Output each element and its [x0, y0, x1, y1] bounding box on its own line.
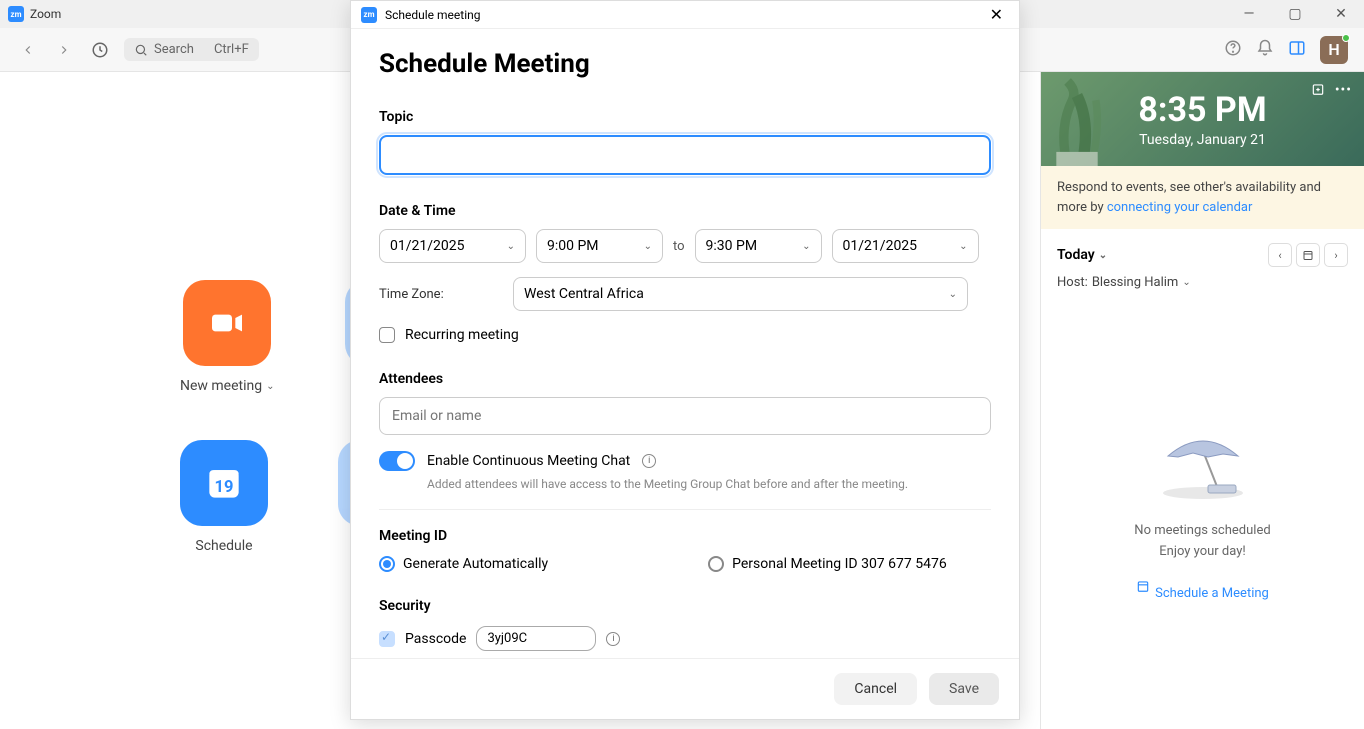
- chevron-down-icon: ⌄: [1099, 250, 1107, 261]
- attendees-input[interactable]: [379, 397, 991, 435]
- window-controls: — ▢ ✕: [1226, 0, 1364, 28]
- start-time-select[interactable]: 9:00 PM⌄: [536, 229, 663, 263]
- schedule-meeting-dialog: zm Schedule meeting ✕ Schedule Meeting T…: [350, 0, 1020, 720]
- svg-text:19: 19: [215, 478, 234, 497]
- window-maximize-button[interactable]: ▢: [1272, 0, 1318, 28]
- window-close-button[interactable]: ✕: [1318, 0, 1364, 28]
- start-date-select[interactable]: 01/21/2025⌄: [379, 229, 526, 263]
- add-calendar-icon[interactable]: [1311, 82, 1325, 100]
- passcode-input[interactable]: [476, 626, 596, 651]
- tile-schedule[interactable]: 19 Schedule: [180, 440, 268, 554]
- empty-line-2: Enjoy your day!: [1159, 544, 1245, 559]
- umbrella-illustration-icon: [1148, 421, 1258, 501]
- dialog-footer: Cancel Save: [351, 658, 1019, 719]
- info-icon[interactable]: i: [642, 454, 656, 468]
- window-minimize-button[interactable]: —: [1226, 0, 1272, 28]
- to-label: to: [673, 239, 685, 254]
- tile-new-meeting[interactable]: New meeting ⌄: [180, 280, 275, 394]
- chevron-down-icon: ⌄: [266, 381, 274, 392]
- attendees-label: Attendees: [379, 371, 991, 387]
- timezone-select[interactable]: West Central Africa⌄: [513, 277, 968, 311]
- chat-helper-text: Added attendees will have access to the …: [427, 477, 991, 491]
- search-box[interactable]: Search Ctrl+F: [124, 38, 259, 61]
- calendar-empty-state: No meetings scheduled Enjoy your day! Sc…: [1041, 300, 1364, 729]
- end-date-select[interactable]: 01/21/2025⌄: [832, 229, 979, 263]
- chevron-down-icon: ⌄: [802, 241, 810, 252]
- search-icon: [134, 43, 148, 57]
- continuous-chat-toggle[interactable]: [379, 451, 415, 471]
- calendar-icon: 19: [180, 440, 268, 526]
- host-dropdown[interactable]: Host: Blessing Halim ⌄: [1041, 275, 1364, 300]
- radio-icon: [708, 556, 724, 572]
- calendar-sidebar: ••• 8:35 PM Tuesday, January 21 Respond …: [1040, 72, 1364, 729]
- timezone-label: Time Zone:: [379, 287, 501, 302]
- info-icon[interactable]: i: [606, 632, 620, 646]
- search-shortcut: Ctrl+F: [214, 42, 249, 57]
- topic-label: Topic: [379, 109, 991, 125]
- nav-forward-button[interactable]: [52, 38, 76, 62]
- personal-id-radio[interactable]: Personal Meeting ID 307 677 5476: [708, 556, 947, 572]
- empty-line-1: No meetings scheduled: [1134, 523, 1270, 538]
- calendar-connect-banner: Respond to events, see other's availabil…: [1041, 166, 1364, 229]
- end-time-select[interactable]: 9:30 PM⌄: [695, 229, 822, 263]
- datetime-label: Date & Time: [379, 203, 991, 219]
- history-button[interactable]: [88, 38, 112, 62]
- security-label: Security: [379, 598, 991, 614]
- tile-label: Schedule: [195, 538, 252, 554]
- nav-back-button[interactable]: [16, 38, 40, 62]
- divider: [379, 509, 991, 510]
- panel-icon[interactable]: [1288, 39, 1306, 61]
- zoom-logo-icon: zm: [361, 7, 377, 23]
- chevron-down-icon: ⌄: [949, 289, 957, 300]
- app-title: Zoom: [30, 7, 61, 21]
- passcode-checkbox[interactable]: [379, 631, 395, 647]
- recurring-label: Recurring meeting: [405, 327, 519, 343]
- dialog-close-button[interactable]: ✕: [984, 3, 1009, 26]
- chevron-down-icon: ⌄: [507, 241, 515, 252]
- connect-calendar-link[interactable]: connecting your calendar: [1107, 200, 1253, 215]
- recurring-checkbox[interactable]: [379, 327, 395, 343]
- schedule-meeting-link[interactable]: Schedule a Meeting: [1136, 579, 1269, 609]
- chevron-down-icon: ⌄: [1182, 277, 1190, 288]
- chat-toggle-label: Enable Continuous Meeting Chat: [427, 453, 630, 469]
- zoom-logo-icon: zm: [8, 6, 24, 22]
- plant-decoration-icon: [1047, 72, 1107, 166]
- presence-dot-icon: [1342, 34, 1350, 42]
- tile-label: New meeting: [180, 378, 262, 394]
- calendar-icon: [1136, 579, 1150, 593]
- radio-icon: [379, 556, 395, 572]
- dialog-title: Schedule meeting: [385, 8, 480, 22]
- save-button[interactable]: Save: [929, 673, 999, 705]
- help-icon[interactable]: [1224, 39, 1242, 61]
- cancel-button[interactable]: Cancel: [834, 673, 917, 705]
- bell-icon[interactable]: [1256, 39, 1274, 61]
- dialog-heading: Schedule Meeting: [379, 49, 991, 79]
- avatar-initial: H: [1328, 40, 1339, 59]
- search-label: Search: [154, 42, 194, 57]
- cal-next-button[interactable]: ›: [1324, 243, 1348, 267]
- cal-prev-button[interactable]: ‹: [1268, 243, 1292, 267]
- meeting-id-label: Meeting ID: [379, 528, 991, 544]
- video-icon: [183, 280, 271, 366]
- chevron-down-icon: ⌄: [959, 241, 967, 252]
- passcode-label: Passcode: [405, 631, 466, 647]
- more-icon[interactable]: •••: [1335, 82, 1352, 100]
- cal-calendar-button[interactable]: [1296, 243, 1320, 267]
- chevron-down-icon: ⌄: [644, 241, 652, 252]
- generate-auto-radio[interactable]: Generate Automatically: [379, 556, 548, 572]
- today-dropdown[interactable]: Today ⌄: [1057, 247, 1107, 263]
- dialog-titlebar: zm Schedule meeting ✕: [351, 1, 1019, 29]
- user-avatar[interactable]: H: [1320, 36, 1348, 64]
- calendar-header: ••• 8:35 PM Tuesday, January 21: [1041, 72, 1364, 166]
- topic-input[interactable]: [379, 135, 991, 175]
